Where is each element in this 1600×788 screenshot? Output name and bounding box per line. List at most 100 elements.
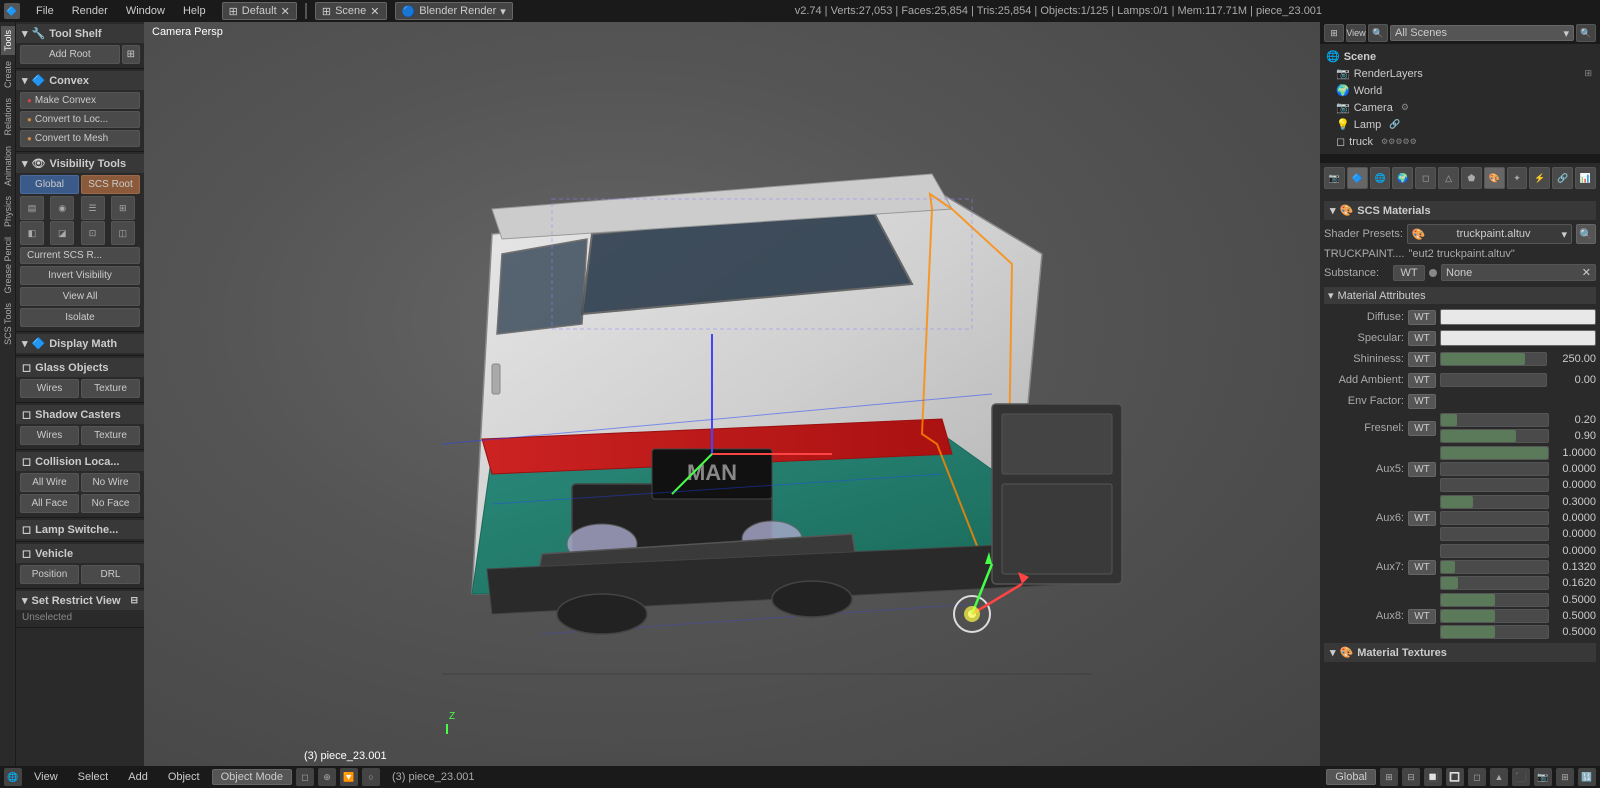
aux8-track-1[interactable]	[1440, 593, 1549, 607]
viewport[interactable]: Camera Persp	[144, 22, 1320, 766]
invert-visibility-button[interactable]: Invert Visibility	[20, 266, 140, 285]
truck-item[interactable]: ◻ truck ⚙⚙⚙⚙⚙	[1324, 133, 1596, 150]
mat-icon-object[interactable]: ◻	[1415, 167, 1436, 189]
aux7-track-3[interactable]	[1440, 576, 1549, 590]
specular-wt[interactable]: WT	[1408, 331, 1436, 346]
mat-icon-material[interactable]: ⬟	[1461, 167, 1482, 189]
bottom-extra-2[interactable]: ⊟	[1402, 768, 1420, 786]
mat-icon-mesh[interactable]: △	[1438, 167, 1459, 189]
convert-to-loc-button[interactable]: Convert to Loc...	[20, 111, 140, 128]
right-search-btn[interactable]: View	[1346, 24, 1366, 42]
aux8-track-3[interactable]	[1440, 625, 1549, 639]
shader-presets-dropdown[interactable]: 🎨 truckpaint.altuv ▾	[1407, 224, 1572, 244]
bottom-viewport-shade[interactable]: ◻	[296, 768, 314, 786]
vis-icon-2[interactable]: ◉	[50, 196, 74, 220]
side-tab-tools[interactable]: Tools	[1, 26, 15, 55]
collision-header[interactable]: ◻ Collision Loca...	[16, 452, 144, 471]
bottom-extra-4[interactable]: 🔳	[1446, 768, 1464, 786]
aux8-track-2[interactable]	[1440, 609, 1549, 623]
current-scs-button[interactable]: Current SCS R...	[20, 247, 140, 264]
side-tab-animation[interactable]: Animation	[1, 142, 15, 190]
aux5-track-3[interactable]	[1440, 478, 1549, 492]
bottom-snap-icon[interactable]: 🔽	[340, 768, 358, 786]
bottom-extra-7[interactable]: ⬛	[1512, 768, 1530, 786]
layout-close[interactable]: ✕	[281, 5, 290, 18]
visibility-header[interactable]: ▾ 👁 Visibility Tools	[16, 154, 144, 173]
mat-icon-scene[interactable]: 🌐	[1370, 167, 1391, 189]
aux6-wt[interactable]: WT	[1408, 511, 1436, 526]
shadow-wires-button[interactable]: Wires	[20, 426, 79, 445]
lamp-header[interactable]: ◻ Lamp Switche...	[16, 520, 144, 539]
substance-wt-input[interactable]: WT	[1393, 265, 1425, 281]
render-menu[interactable]: Render	[64, 3, 116, 19]
layout-dropdown[interactable]: ⊞ Default ✕	[222, 2, 297, 20]
bottom-object-menu[interactable]: Object	[160, 769, 208, 785]
right-search-icon[interactable]: 🔍	[1368, 24, 1388, 42]
shadow-header[interactable]: ◻ Shadow Casters	[16, 405, 144, 424]
convex-header[interactable]: ▾ 🔷 Convex	[16, 71, 144, 90]
substance-close[interactable]: ✕	[1582, 266, 1591, 279]
bottom-extra-5[interactable]: ◻	[1468, 768, 1486, 786]
fresnel-wt[interactable]: WT	[1408, 421, 1436, 436]
aux7-track-2[interactable]	[1440, 560, 1549, 574]
vis-icon-5[interactable]: ◧	[20, 221, 44, 245]
bottom-select-menu[interactable]: Select	[70, 769, 117, 785]
vis-icon-3[interactable]: ☰	[81, 196, 105, 220]
window-menu[interactable]: Window	[118, 3, 173, 19]
side-tab-scs-tools[interactable]: SCS Tools	[1, 299, 15, 349]
env-factor-wt[interactable]: WT	[1408, 394, 1436, 409]
substance-none-value[interactable]: None ✕	[1441, 264, 1596, 281]
aux7-track-1[interactable]	[1440, 544, 1549, 558]
bottom-extra-10[interactable]: 🔢	[1578, 768, 1596, 786]
vehicle-header[interactable]: ◻ Vehicle	[16, 544, 144, 563]
scene-close[interactable]: ✕	[370, 5, 379, 18]
render-engine-dropdown[interactable]: 🔵 Blender Render ▾	[395, 2, 513, 20]
mat-icon-physics[interactable]: ⚡	[1529, 167, 1550, 189]
bottom-view-menu[interactable]: View	[26, 769, 66, 785]
all-wire-button[interactable]: All Wire	[20, 473, 79, 492]
all-face-button[interactable]: All Face	[20, 494, 79, 513]
world-item[interactable]: 🌍 World	[1324, 82, 1596, 99]
side-tab-create[interactable]: Create	[1, 57, 15, 92]
display-math-header[interactable]: ▾ 🔷 Display Math	[16, 334, 144, 353]
vis-icon-4[interactable]: ⊞	[111, 196, 135, 220]
glass-objects-header[interactable]: ◻ Glass Objects	[16, 358, 144, 377]
shadow-texture-button[interactable]: Texture	[81, 426, 140, 445]
vis-icon-8[interactable]: ◫	[111, 221, 135, 245]
isolate-button[interactable]: Isolate	[20, 308, 140, 327]
diffuse-color-bar[interactable]	[1440, 309, 1596, 325]
bottom-pivot-icon[interactable]: ⊕	[318, 768, 336, 786]
bottom-extra-9[interactable]: ⊞	[1556, 768, 1574, 786]
shininess-wt[interactable]: WT	[1408, 352, 1436, 367]
glass-texture-button[interactable]: Texture	[81, 379, 140, 398]
side-tab-grease-pencil[interactable]: Grease Pencil	[1, 233, 15, 298]
aux5-track-2[interactable]	[1440, 462, 1549, 476]
shader-search-btn[interactable]: 🔍	[1576, 224, 1596, 244]
right-extra-btn[interactable]: 🔍	[1576, 24, 1596, 42]
help-menu[interactable]: Help	[175, 3, 214, 19]
specular-color-bar[interactable]	[1440, 330, 1596, 346]
mat-icon-data[interactable]: 📊	[1575, 167, 1596, 189]
shininess-slider[interactable]	[1440, 352, 1547, 366]
scene-dropdown[interactable]: ⊞ Scene ✕	[315, 2, 387, 20]
convert-to-mesh-button[interactable]: Convert to Mesh	[20, 130, 140, 147]
drl-button[interactable]: DRL	[81, 565, 140, 584]
bottom-extra-8[interactable]: 📷	[1534, 768, 1552, 786]
fresnel-track-2[interactable]	[1440, 429, 1549, 443]
scs-root-button[interactable]: SCS Root	[81, 175, 140, 194]
aux6-track-2[interactable]	[1440, 511, 1549, 525]
mat-icon-world[interactable]: 🌍	[1392, 167, 1413, 189]
mat-icon-camera[interactable]: 📷	[1324, 167, 1345, 189]
bottom-scene-icon[interactable]: 🌐	[4, 768, 22, 786]
bottom-extra-3[interactable]: 🔲	[1424, 768, 1442, 786]
bottom-proportional-icon[interactable]: ○	[362, 768, 380, 786]
make-convex-button[interactable]: Make Convex	[20, 92, 140, 109]
global-button[interactable]: Global	[20, 175, 79, 194]
no-wire-button[interactable]: No Wire	[81, 473, 140, 492]
vis-icon-7[interactable]: ⊡	[81, 221, 105, 245]
global-orientation-dropdown[interactable]: Global	[1326, 769, 1376, 785]
file-menu[interactable]: File	[28, 3, 62, 19]
mat-icon-constraints[interactable]: 🔗	[1552, 167, 1573, 189]
mat-icon-render[interactable]: 🔷	[1347, 167, 1368, 189]
object-mode-dropdown[interactable]: Object Mode	[212, 769, 292, 785]
